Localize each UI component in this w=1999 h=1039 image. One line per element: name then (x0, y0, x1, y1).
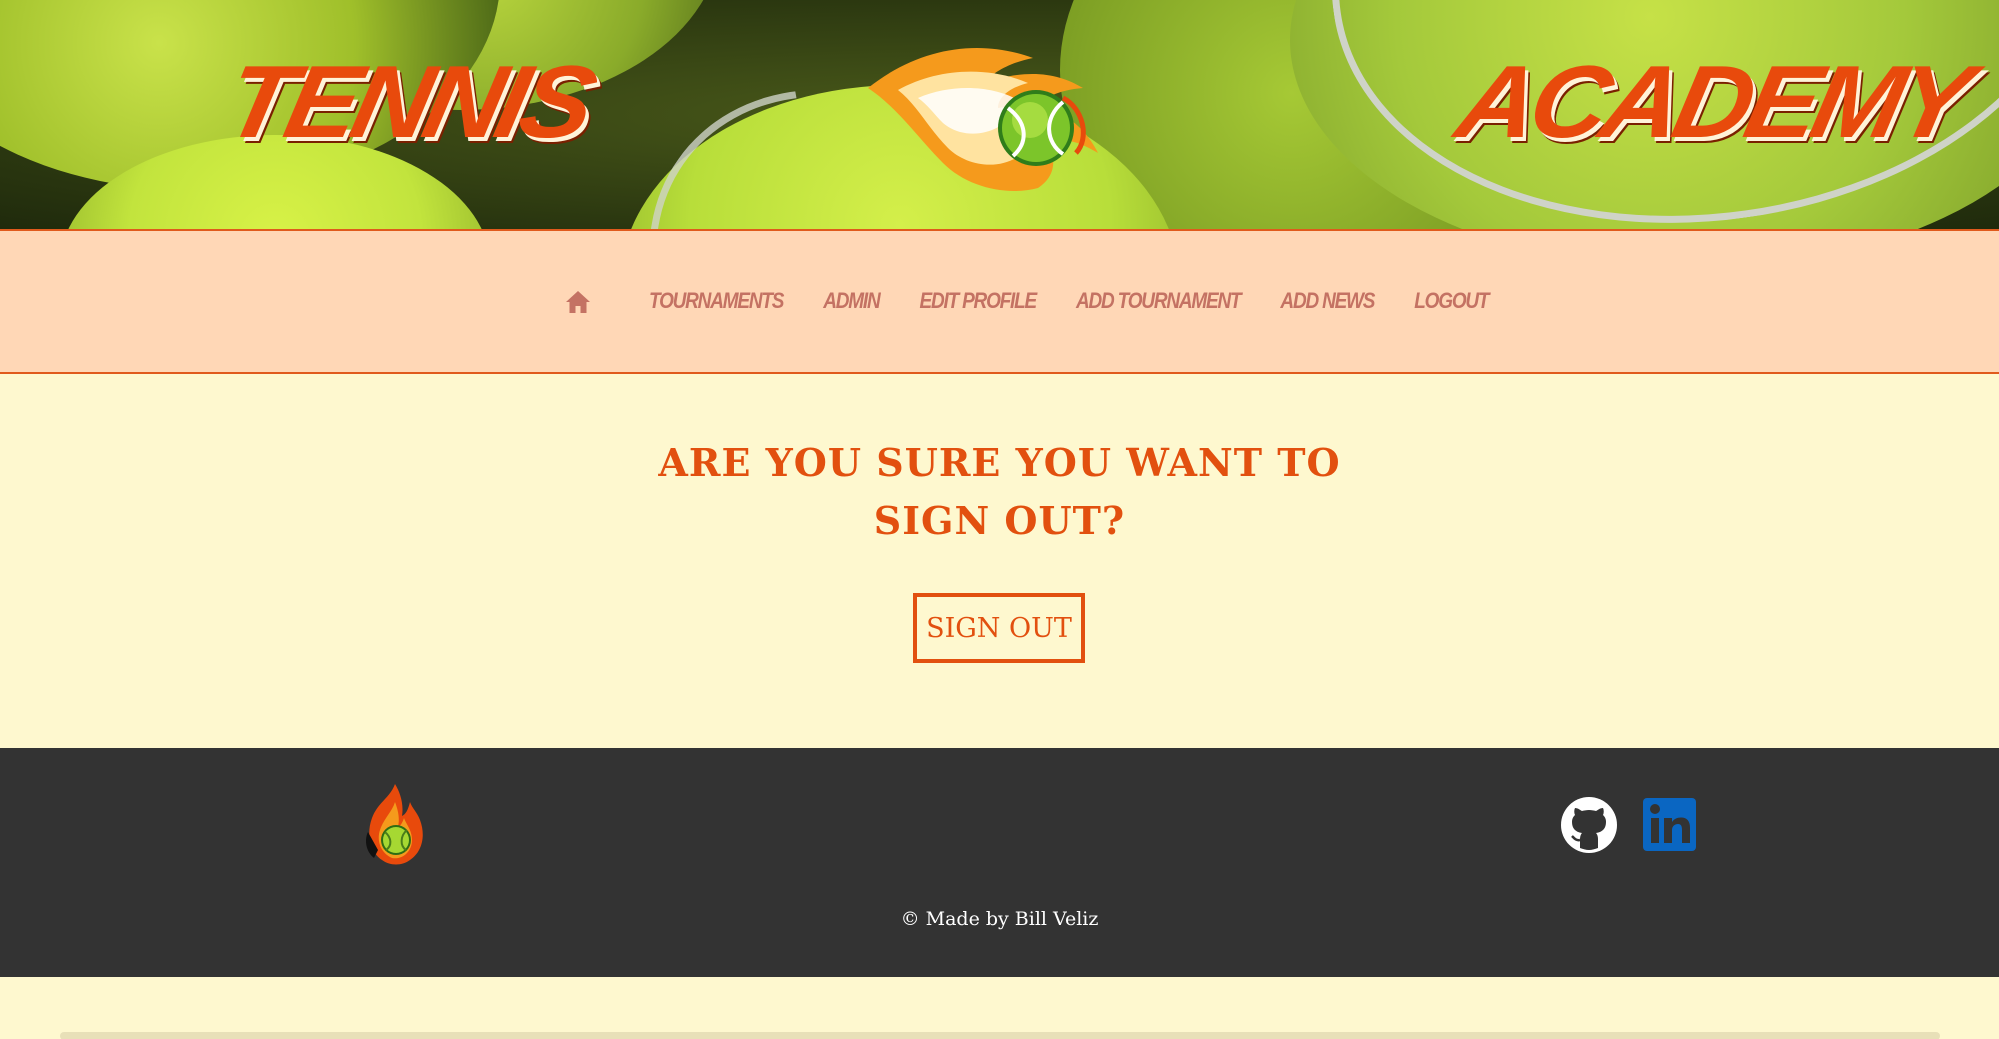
page-title: ARE YOU SURE YOU WANT TO SIGN OUT? (0, 434, 1999, 550)
github-icon[interactable] (1560, 796, 1618, 854)
nav-item-tournaments[interactable]: TOURNAMENTS (649, 289, 784, 314)
banner-title-right: ACADEMY (1447, 44, 1977, 159)
fire-tennis-ball-icon (366, 784, 423, 865)
home-icon[interactable] (565, 288, 593, 316)
banner-title-left: TENNIS (215, 44, 601, 159)
sign-out-button[interactable]: SIGN OUT (913, 593, 1085, 663)
signout-section: ARE YOU SURE YOU WANT TO SIGN OUT? SIGN … (0, 374, 1999, 748)
nav-links: TOURNAMENTS ADMIN EDIT PROFILE ADD TOURN… (565, 231, 1528, 372)
footer: © Made by Bill Veliz (0, 748, 1999, 977)
nav-item-add-news[interactable]: ADD NEWS (1280, 289, 1375, 314)
linkedin-icon[interactable] (1643, 798, 1696, 851)
nav-item-admin[interactable]: ADMIN (823, 289, 880, 314)
header-banner: TENNIS ACADEMY (0, 0, 1999, 229)
main-nav: TOURNAMENTS ADMIN EDIT PROFILE ADD TOURN… (0, 229, 1999, 374)
bottom-edge-shadow (60, 1032, 1940, 1039)
flaming-tennis-ball-icon (868, 48, 1098, 191)
nav-item-add-tournament[interactable]: ADD TOURNAMENT (1076, 289, 1242, 314)
nav-item-edit-profile[interactable]: EDIT PROFILE (920, 289, 1038, 314)
page-title-line2: SIGN OUT? (873, 498, 1126, 543)
nav-item-logout[interactable]: LOGOUT (1414, 289, 1489, 314)
copyright-text: © Made by Bill Veliz (900, 908, 1099, 930)
page-title-line1: ARE YOU SURE YOU WANT TO (658, 440, 1341, 485)
